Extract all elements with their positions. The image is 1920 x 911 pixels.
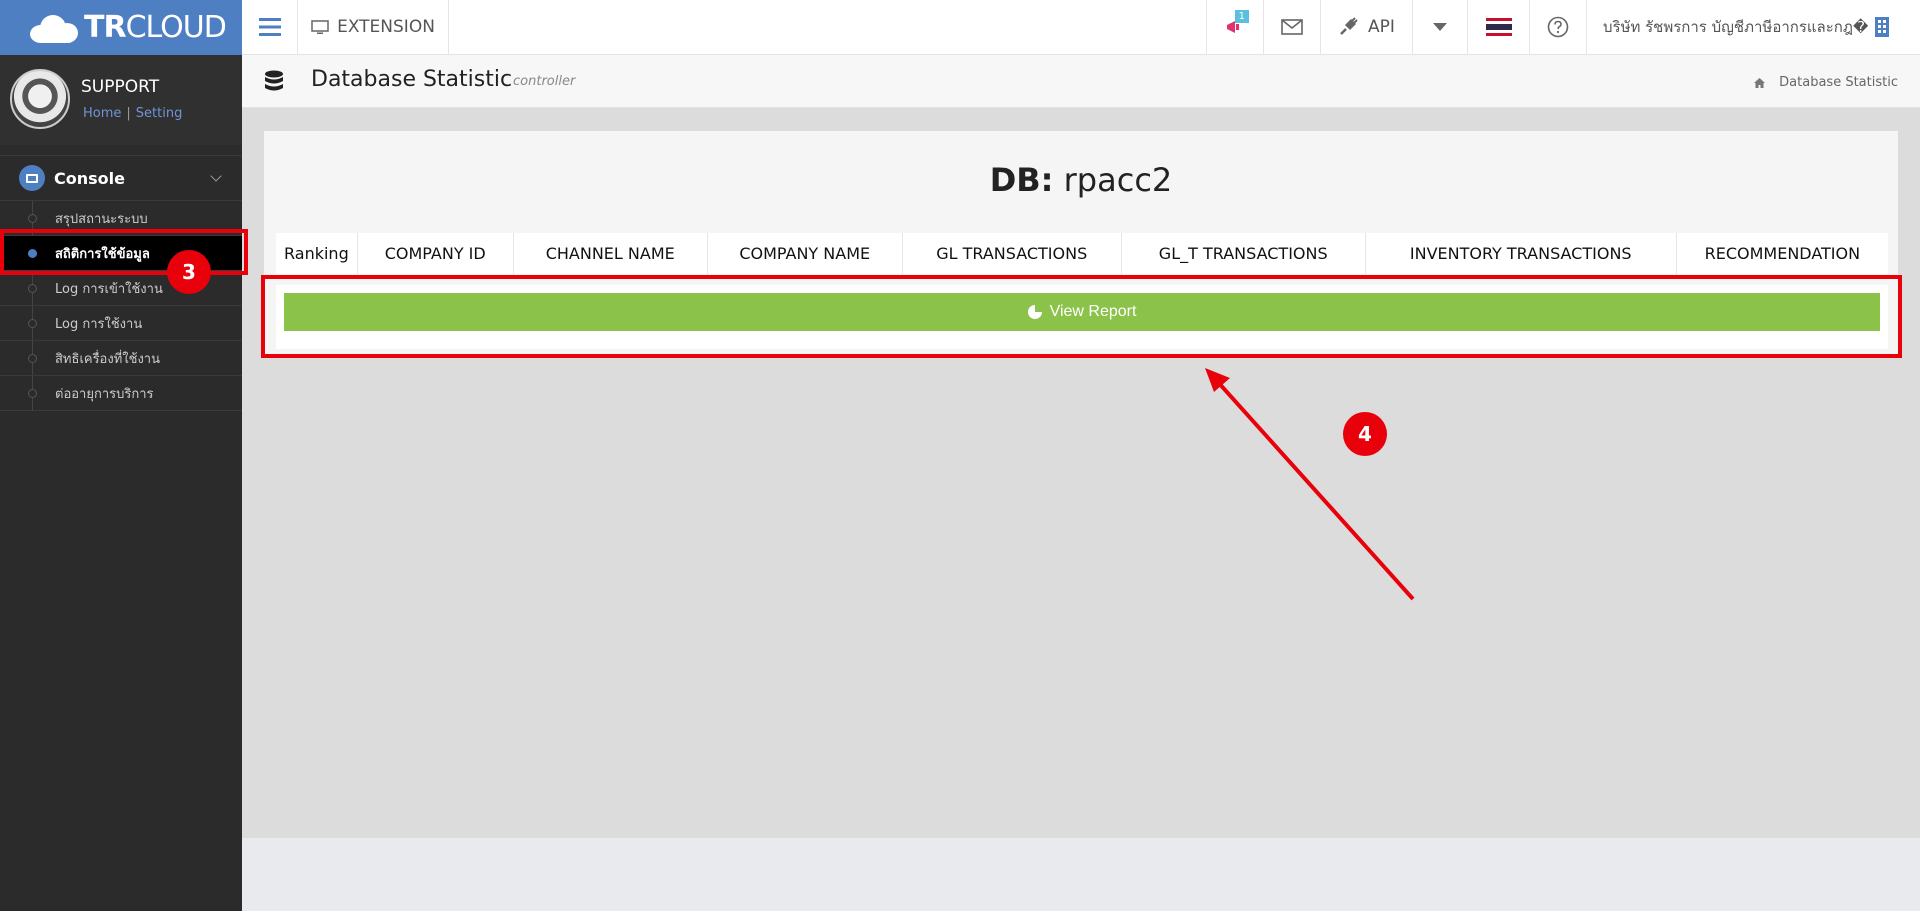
sidebar-item-label: สรุปสถานะระบบ <box>55 211 148 227</box>
step-badge-3: 3 <box>167 250 211 294</box>
building-icon <box>1875 17 1890 37</box>
sidebar-item-label: ต่ออายุการบริการ <box>55 386 154 402</box>
cloud-icon <box>28 11 80 45</box>
sidebar-section-console[interactable]: Console <box>0 155 242 201</box>
caret-down-icon <box>1433 23 1447 31</box>
database-icon <box>265 70 283 91</box>
plug-icon <box>1340 17 1358 35</box>
bullet-icon <box>28 389 37 398</box>
sidebar-item-label: สถิติการใช้ข้อมูล <box>55 246 150 262</box>
col-glt-transactions[interactable]: GL_T TRANSACTIONS <box>1121 233 1366 274</box>
pie-chart-icon <box>1027 305 1042 319</box>
page-subtitle: controller <box>513 74 576 89</box>
extension-button[interactable]: EXTENSION <box>298 0 449 54</box>
brand-name: TRCLOUD <box>84 10 227 45</box>
stats-panel: DB: rpacc2 Ranking COMPANY ID CHANNEL NA… <box>264 131 1898 354</box>
db-name: rpacc2 <box>1063 161 1173 199</box>
envelope-icon <box>1281 19 1303 35</box>
user-profile: SUPPORT Home | Setting <box>0 55 242 145</box>
col-inventory-transactions[interactable]: INVENTORY TRANSACTIONS <box>1365 233 1677 274</box>
console-label: Console <box>54 168 125 188</box>
db-title: DB: rpacc2 <box>989 161 1173 199</box>
setting-link[interactable]: Setting <box>136 106 183 121</box>
col-channel-name[interactable]: CHANNEL NAME <box>513 233 708 274</box>
sidebar-item-system-status[interactable]: สรุปสถานะระบบ <box>0 201 242 236</box>
col-gl-transactions[interactable]: GL TRANSACTIONS <box>902 233 1122 274</box>
table-header-row: Ranking COMPANY ID CHANNEL NAME COMPANY … <box>276 233 1888 274</box>
report-row: View Report <box>276 285 1888 349</box>
sidebar-item-label: Log การใช้งาน <box>55 316 143 332</box>
top-navbar: EXTENSION 1 API บริษัท รัชพรการ บัญชีภาษ… <box>242 0 1920 55</box>
announcement-button[interactable]: 1 <box>1206 0 1263 54</box>
profile-links: Home | Setting <box>83 106 182 121</box>
sidebar-item-usage-log[interactable]: Log การใช้งาน <box>0 306 242 341</box>
company-switcher[interactable]: บริษัท รัชพรการ บัญชีภาษีอากรและกฎ� <box>1586 0 1920 54</box>
api-label: API <box>1368 17 1395 37</box>
home-icon[interactable] <box>1754 77 1766 88</box>
bullet-icon <box>28 354 37 363</box>
console-icon <box>19 165 45 191</box>
col-ranking[interactable]: Ranking <box>276 233 358 274</box>
bullet-icon <box>28 214 37 223</box>
col-company-id[interactable]: COMPANY ID <box>357 233 514 274</box>
profile-name: SUPPORT <box>81 77 160 97</box>
language-selector[interactable] <box>1467 0 1529 54</box>
sidebar: SUPPORT Home | Setting Console สรุปสถานะระ… <box>0 55 242 911</box>
hamburger-icon <box>258 18 281 36</box>
thai-flag-icon <box>1485 18 1512 36</box>
company-name: บริษัท รัชพรการ บัญชีภาษีอากรและกฎ� <box>1603 18 1869 36</box>
bullet-icon <box>28 319 37 328</box>
brand-logo[interactable]: TRCLOUD <box>0 0 242 55</box>
step-badge-4: 4 <box>1343 412 1387 456</box>
avatar[interactable] <box>10 69 70 129</box>
sidebar-item-label: Log การเข้าใช้งาน <box>55 281 163 297</box>
page-header: Database Statistic controller Database S… <box>242 55 1920 108</box>
mail-button[interactable] <box>1263 0 1320 54</box>
breadcrumb: Database Statistic <box>1754 75 1898 90</box>
extension-label: EXTENSION <box>337 17 435 37</box>
page-title: Database Statistic <box>311 67 513 92</box>
home-link[interactable]: Home <box>83 106 121 121</box>
chevron-down-icon <box>210 170 222 182</box>
console-menu: สรุปสถานะระบบ สถิติการใช้ข้อมูล Log การเ… <box>0 201 242 411</box>
menu-toggle-button[interactable] <box>242 0 298 54</box>
sidebar-item-renew-service[interactable]: ต่ออายุการบริการ <box>0 376 242 411</box>
col-company-name[interactable]: COMPANY NAME <box>707 233 903 274</box>
view-report-button[interactable]: View Report <box>284 293 1880 331</box>
notification-badge: 1 <box>1234 10 1249 23</box>
sidebar-item-label: สิทธิเครื่องที่ใช้งาน <box>55 351 160 367</box>
stats-table: Ranking COMPANY ID CHANNEL NAME COMPANY … <box>276 233 1888 274</box>
api-button[interactable]: API <box>1320 0 1412 54</box>
content-area: DB: rpacc2 Ranking COMPANY ID CHANNEL NA… <box>242 108 1920 838</box>
breadcrumb-current: Database Statistic <box>1779 75 1898 90</box>
bullet-icon <box>28 284 37 293</box>
col-recommendation[interactable]: RECOMMENDATION <box>1676 233 1888 274</box>
help-button[interactable] <box>1529 0 1586 54</box>
question-icon <box>1547 16 1569 38</box>
bullet-icon <box>28 249 37 258</box>
monitor-icon <box>311 19 329 34</box>
link-separator: | <box>126 106 131 121</box>
sidebar-item-device-rights[interactable]: สิทธิเครื่องที่ใช้งาน <box>0 341 242 376</box>
view-report-label: View Report <box>1049 303 1137 320</box>
dropdown-toggle[interactable] <box>1412 0 1467 54</box>
